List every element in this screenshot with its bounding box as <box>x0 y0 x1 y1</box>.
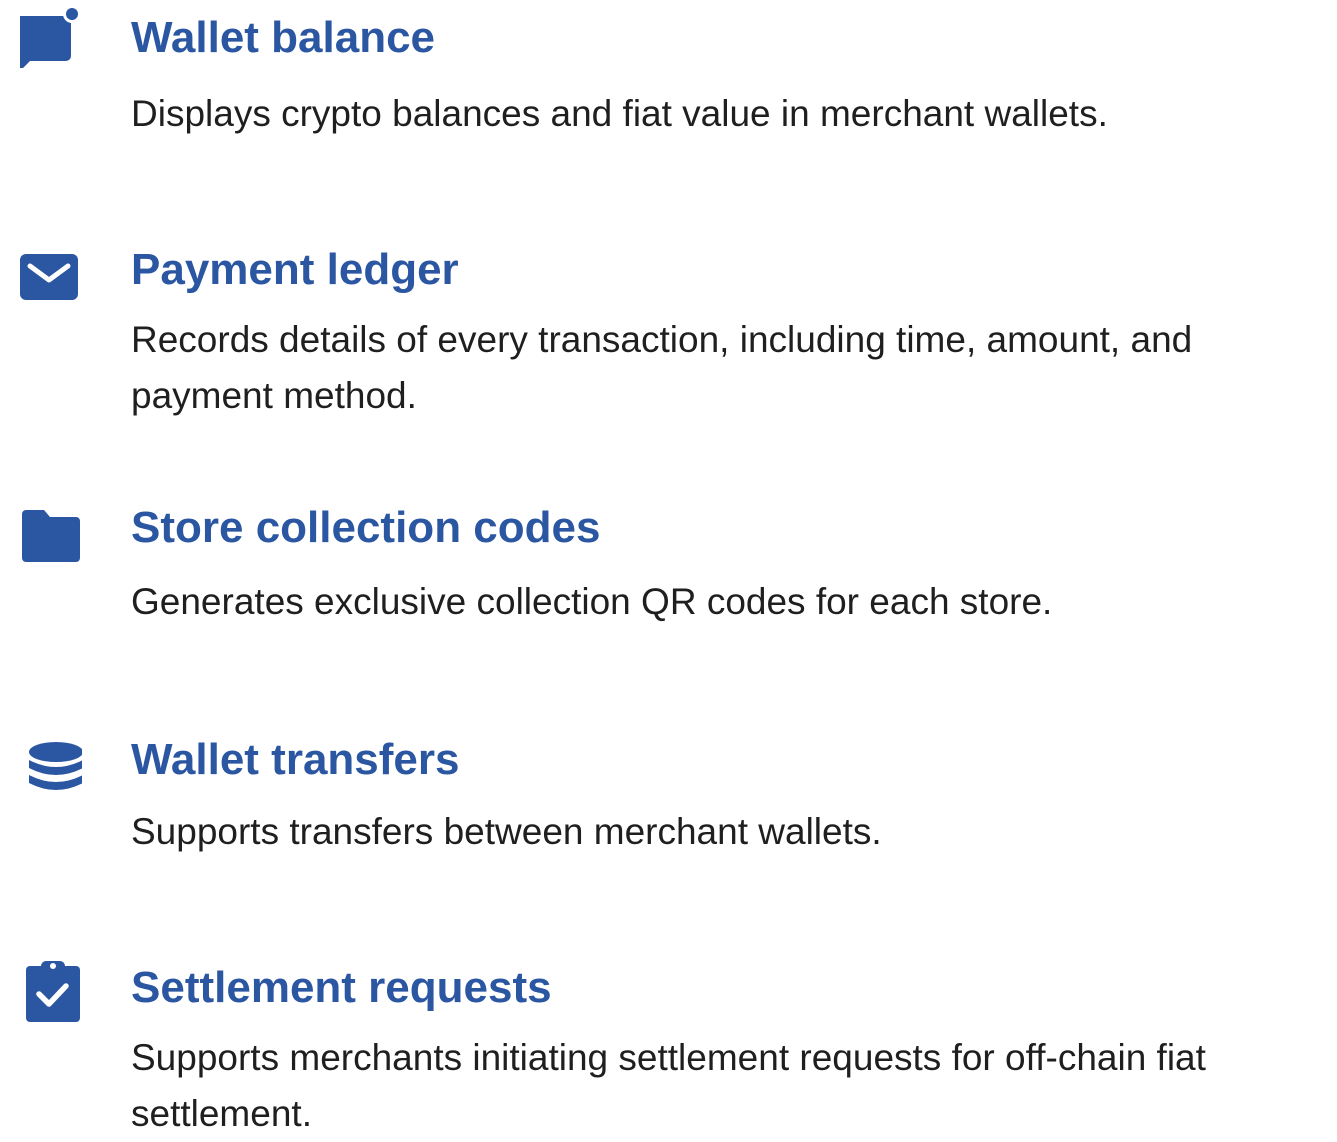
database-icon <box>18 732 82 796</box>
clipboard-check-icon <box>18 958 82 1022</box>
envelope-icon <box>18 246 82 310</box>
feature-description: Supports transfers between merchant wall… <box>131 811 882 852</box>
feature-title: Wallet balance <box>131 13 436 62</box>
feature-description: Supports merchants initiating settlement… <box>131 1037 1206 1134</box>
feature-title: Wallet transfers <box>131 735 460 784</box>
feature-title: Payment ledger <box>131 245 459 294</box>
feature-description: Records details of every transaction, in… <box>131 319 1193 416</box>
folder-icon <box>18 502 82 566</box>
chat-bubble-notification-icon <box>18 4 82 68</box>
feature-title: Store collection codes <box>131 503 601 552</box>
feature-description: Generates exclusive collection QR codes … <box>131 581 1053 622</box>
feature-title: Settlement requests <box>131 963 552 1012</box>
feature-description: Displays crypto balances and fiat value … <box>131 93 1108 134</box>
